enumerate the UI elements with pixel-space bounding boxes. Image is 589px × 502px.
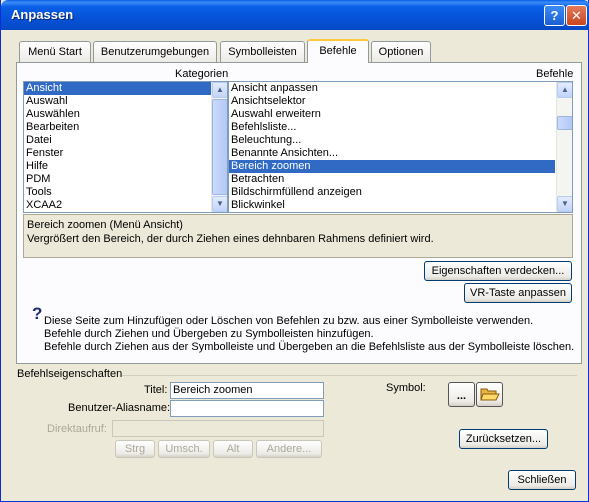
- close-window-button[interactable]: ✕: [566, 5, 587, 26]
- title-bar: Anpassen ? ✕: [1, 0, 589, 30]
- other-button[interactable]: Andere...: [256, 440, 322, 458]
- list-item[interactable]: Auswahl erweitern: [229, 108, 572, 121]
- tab-workbenches[interactable]: Benutzerumgebungen: [93, 41, 217, 62]
- list-item[interactable]: Ansicht: [24, 82, 227, 95]
- scroll-up-arrow-icon[interactable]: ▲: [557, 82, 572, 98]
- customize-dialog: Anpassen ? ✕ Menü Start Benutzerumgebung…: [0, 0, 589, 502]
- symbol-label: Symbol:: [386, 382, 426, 394]
- list-item[interactable]: Auswählen: [24, 108, 227, 121]
- list-item[interactable]: XCAA2: [24, 199, 227, 212]
- group-divider: [122, 375, 577, 376]
- categories-list[interactable]: Ansicht Auswahl Auswählen Bearbeiten Dat…: [23, 81, 228, 213]
- description-text: Vergrößert den Bereich, der durch Ziehen…: [27, 233, 434, 245]
- list-item[interactable]: Tools: [24, 186, 227, 199]
- vr-key-button[interactable]: VR-Taste anpassen: [464, 283, 572, 303]
- list-item[interactable]: Hilfe: [24, 160, 227, 173]
- tab-commands[interactable]: Befehle: [307, 39, 369, 63]
- alias-field[interactable]: [170, 400, 324, 417]
- window-title: Anpassen: [11, 7, 74, 22]
- shift-button[interactable]: Umsch.: [158, 440, 210, 458]
- scroll-down-arrow-icon[interactable]: ▼: [212, 196, 227, 212]
- list-item[interactable]: Blickwinkel: [229, 199, 572, 212]
- properties-group-title: Befehlseigenschaften: [17, 368, 123, 380]
- list-item[interactable]: Benannte Ansichten...: [229, 147, 572, 160]
- list-item[interactable]: Beleuchtung...: [229, 134, 572, 147]
- tab-toolbars[interactable]: Symbolleisten: [220, 41, 305, 62]
- shortcut-field[interactable]: [112, 420, 324, 437]
- title-label: Titel:: [144, 384, 168, 396]
- scroll-thumb[interactable]: [557, 116, 572, 130]
- symbol-browse-button[interactable]: ...: [448, 382, 475, 407]
- description-title: Bereich zoomen (Menü Ansicht): [27, 219, 183, 231]
- list-item[interactable]: Fenster: [24, 147, 227, 160]
- list-item[interactable]: Auswahl: [24, 95, 227, 108]
- list-item[interactable]: Betrachten: [229, 173, 572, 186]
- list-item[interactable]: Ansicht anpassen: [229, 82, 572, 95]
- folder-open-icon: [479, 388, 500, 401]
- tab-menu-start[interactable]: Menü Start: [19, 41, 91, 62]
- list-item[interactable]: Datei: [24, 134, 227, 147]
- list-item[interactable]: Bereich zoomen: [229, 160, 555, 173]
- commands-scrollbar[interactable]: ▲ ▼: [556, 82, 572, 212]
- scroll-up-arrow-icon[interactable]: ▲: [212, 82, 227, 98]
- help-text-line-1: Diese Seite zum Hinzufügen oder Löschen …: [44, 315, 534, 327]
- list-item[interactable]: Befehlsliste...: [229, 121, 572, 134]
- categories-header: Kategorien: [175, 68, 229, 80]
- tab-options[interactable]: Optionen: [371, 41, 431, 62]
- alt-button[interactable]: Alt: [213, 440, 253, 458]
- list-item[interactable]: Bearbeiten: [24, 121, 227, 134]
- ctrl-button[interactable]: Strg: [115, 440, 155, 458]
- scroll-thumb[interactable]: [212, 99, 227, 195]
- hide-properties-button[interactable]: Eigenschaften verdecken...: [424, 261, 572, 281]
- help-button[interactable]: ?: [544, 5, 565, 26]
- commands-list[interactable]: Ansicht anpassen Ansichtselektor Auswahl…: [228, 81, 573, 213]
- reset-button[interactable]: Zurücksetzen...: [459, 429, 548, 449]
- alias-label: Benutzer-Aliasname:: [68, 402, 171, 414]
- commands-header: Befehle: [536, 68, 574, 80]
- shortcut-label: Direktaufruf:: [47, 423, 107, 435]
- title-field[interactable]: Bereich zoomen: [170, 382, 324, 399]
- close-button[interactable]: Schließen: [508, 470, 576, 490]
- help-text-line-2: Befehle durch Ziehen und Übergeben zu Sy…: [44, 328, 374, 340]
- list-item[interactable]: PDM: [24, 173, 227, 186]
- list-item[interactable]: Bildschirmfüllend anzeigen: [229, 186, 572, 199]
- categories-scrollbar[interactable]: ▲ ▼: [211, 82, 227, 212]
- question-icon: ?: [32, 304, 43, 323]
- list-item[interactable]: Ansichtselektor: [229, 95, 572, 108]
- scroll-down-arrow-icon[interactable]: ▼: [557, 196, 572, 212]
- help-text-line-3: Befehle durch Ziehen aus der Symbolleist…: [44, 341, 575, 353]
- symbol-folder-button[interactable]: [476, 382, 503, 407]
- command-description-box: Bereich zoomen (Menü Ansicht) Vergrößert…: [23, 214, 573, 258]
